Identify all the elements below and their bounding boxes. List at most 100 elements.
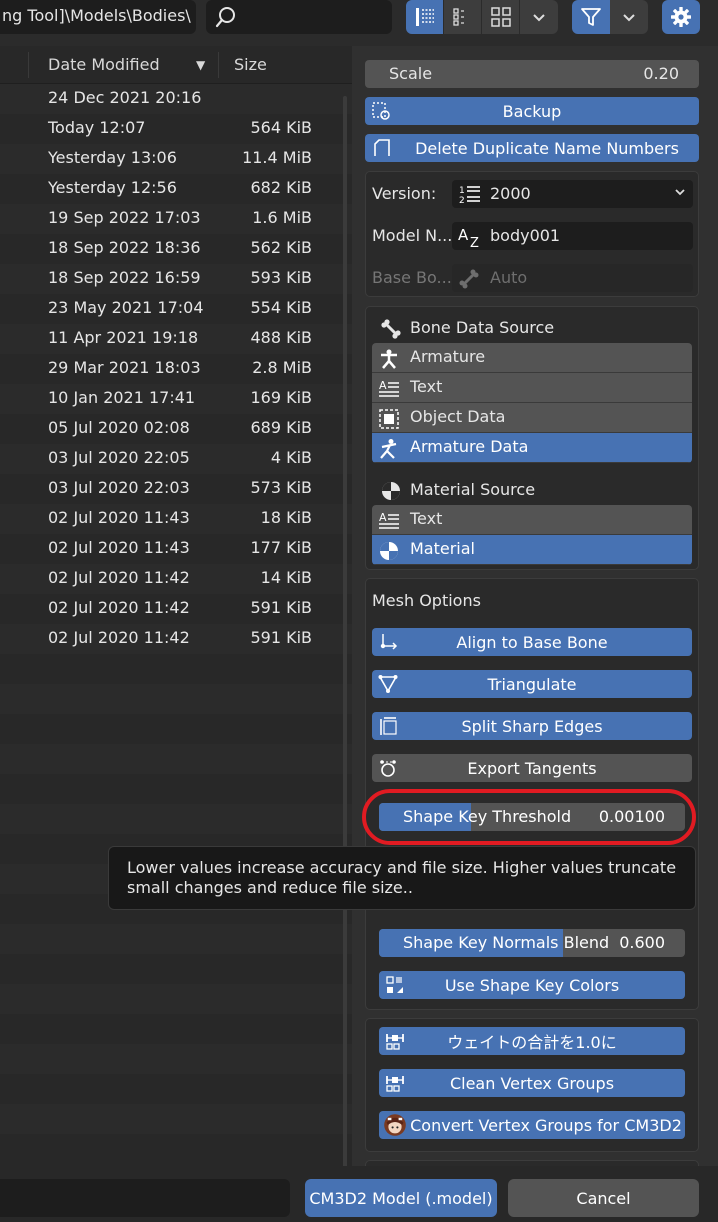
file-size: 689 KiB bbox=[250, 418, 312, 437]
confirm-export-button[interactable]: CM3D2 Model (.model) bbox=[305, 1179, 497, 1217]
use-shape-key-colors-toggle[interactable]: Use Shape Key Colors bbox=[379, 971, 685, 999]
shape-key-normals-blend-slider[interactable]: Shape Key Normals Blend 0.600 bbox=[379, 929, 685, 957]
version-select[interactable]: 1 2 2000 bbox=[452, 180, 693, 208]
settings-button[interactable] bbox=[662, 0, 700, 34]
bone-data-source-label: Bone Data Source bbox=[410, 318, 555, 337]
svg-text:1: 1 bbox=[459, 186, 465, 196]
filter-icon bbox=[581, 8, 601, 26]
column-divider[interactable] bbox=[218, 52, 219, 78]
model-name-input[interactable]: A Z body001 bbox=[452, 222, 693, 250]
file-date-modified: Yesterday 12:56 bbox=[48, 178, 177, 197]
file-row[interactable]: 11 Apr 2021 19:18 488 KiB bbox=[0, 324, 352, 354]
file-row[interactable]: Today 12:07 564 KiB bbox=[0, 114, 352, 144]
material-sphere-icon bbox=[380, 542, 398, 560]
material-source-options: A Text Material bbox=[372, 505, 692, 565]
empty-row bbox=[0, 804, 352, 834]
bone-source-armature-label: Armature bbox=[410, 347, 486, 366]
use-shape-key-colors-label: Use Shape Key Colors bbox=[444, 975, 620, 995]
file-date-modified: 02 Jul 2020 11:42 bbox=[48, 568, 190, 587]
convert-vertex-groups-button[interactable]: Convert Vertex Groups for CM3D2 bbox=[379, 1111, 685, 1139]
triangulate-button[interactable]: Triangulate bbox=[372, 670, 692, 698]
empty-row bbox=[0, 1014, 352, 1044]
filename-input[interactable] bbox=[0, 1179, 290, 1217]
search-icon bbox=[215, 7, 235, 28]
clean-vertex-groups-label: Clean Vertex Groups bbox=[449, 1073, 615, 1093]
search-input[interactable] bbox=[206, 0, 392, 34]
display-settings-dropdown[interactable] bbox=[520, 0, 558, 34]
empty-row bbox=[0, 954, 352, 984]
file-row[interactable]: 05 Jul 2020 02:08 689 KiB bbox=[0, 414, 352, 444]
scale-label: Scale bbox=[389, 64, 433, 83]
chevron-down-icon bbox=[623, 14, 635, 22]
cancel-button[interactable]: Cancel bbox=[508, 1179, 699, 1217]
bone-source-object-data[interactable]: Object Data bbox=[372, 403, 692, 433]
file-size: 2.8 MiB bbox=[252, 358, 312, 377]
empty-row bbox=[0, 1044, 352, 1074]
split-sharp-edges-button[interactable]: Split Sharp Edges bbox=[372, 712, 692, 740]
vertex-color-icon bbox=[386, 976, 403, 993]
file-row[interactable]: 19 Sep 2022 17:03 1.6 MiB bbox=[0, 204, 352, 234]
file-size: 593 KiB bbox=[250, 268, 312, 287]
scale-field[interactable]: Scale 0.20 bbox=[365, 60, 699, 88]
material-source-text[interactable]: A Text bbox=[372, 505, 692, 535]
version-value: 2000 bbox=[490, 184, 531, 203]
svg-text:A: A bbox=[379, 379, 387, 392]
split-edges-icon bbox=[380, 717, 397, 735]
bone-source-text[interactable]: A Text bbox=[372, 373, 692, 403]
file-row[interactable]: 24 Dec 2021 20:16 bbox=[0, 84, 352, 114]
file-size: 682 KiB bbox=[250, 178, 312, 197]
vertical-list-view-button[interactable] bbox=[406, 0, 444, 34]
file-row[interactable]: 18 Sep 2022 16:59 593 KiB bbox=[0, 264, 352, 294]
clean-vertex-groups-button[interactable]: Clean Vertex Groups bbox=[379, 1069, 685, 1097]
file-row[interactable]: Yesterday 12:56 682 KiB bbox=[0, 174, 352, 204]
delete-duplicate-name-numbers-button[interactable]: Delete Duplicate Name Numbers bbox=[365, 134, 699, 162]
file-row[interactable]: 02 Jul 2020 11:42 591 KiB bbox=[0, 594, 352, 624]
grid-view-icon bbox=[490, 7, 511, 27]
horizontal-list-view-button[interactable] bbox=[444, 0, 482, 34]
file-size: 11.4 MiB bbox=[242, 148, 312, 167]
date-modified-column-header[interactable]: Date Modified bbox=[48, 55, 160, 74]
export-options-panel: Scale 0.20 Backup Delete Duplicate Name … bbox=[352, 46, 718, 1166]
bone-source-armature-data[interactable]: Armature Data bbox=[372, 433, 692, 463]
column-divider[interactable] bbox=[28, 52, 29, 78]
text-az-icon: A Z bbox=[458, 226, 479, 248]
delete-duplicate-name-numbers-label: Delete Duplicate Name Numbers bbox=[415, 138, 679, 158]
file-list-scrollbar[interactable] bbox=[343, 96, 347, 1166]
size-column-header[interactable]: Size bbox=[234, 55, 267, 74]
convert-vertex-groups-label: Convert Vertex Groups for CM3D2 bbox=[410, 1115, 682, 1135]
file-row[interactable]: 03 Jul 2020 22:05 4 KiB bbox=[0, 444, 352, 474]
bone-source-armature[interactable]: Armature bbox=[372, 343, 692, 373]
empty-row bbox=[0, 1074, 352, 1104]
file-row[interactable]: 02 Jul 2020 11:43 18 KiB bbox=[0, 504, 352, 534]
file-date-modified: 02 Jul 2020 11:42 bbox=[48, 628, 190, 647]
file-row[interactable]: 23 May 2021 17:04 554 KiB bbox=[0, 294, 352, 324]
file-row[interactable]: Yesterday 13:06 11.4 MiB bbox=[0, 144, 352, 174]
directory-path-field[interactable]: ng Tool]\Models\Bodies\ bbox=[0, 0, 196, 34]
file-row[interactable]: 18 Sep 2022 18:36 562 KiB bbox=[0, 234, 352, 264]
file-date-modified: 02 Jul 2020 11:43 bbox=[48, 538, 190, 557]
mesh-options-title: Mesh Options bbox=[372, 591, 481, 610]
file-row[interactable]: 02 Jul 2020 11:42 14 KiB bbox=[0, 564, 352, 594]
backup-button[interactable]: Backup bbox=[365, 97, 699, 125]
file-row[interactable]: 10 Jan 2021 17:41 169 KiB bbox=[0, 384, 352, 414]
file-size: 14 KiB bbox=[260, 568, 312, 587]
file-row[interactable]: 29 Mar 2021 18:03 2.8 MiB bbox=[0, 354, 352, 384]
align-to-base-bone-button[interactable]: Align to Base Bone bbox=[372, 628, 692, 656]
thumbnail-view-button[interactable] bbox=[482, 0, 520, 34]
align-axis-icon bbox=[380, 634, 398, 650]
normalize-weights-button[interactable]: ウェイトの合計を1.0に bbox=[379, 1027, 685, 1055]
filter-dropdown-button[interactable] bbox=[610, 0, 648, 34]
file-row[interactable]: 03 Jul 2020 22:03 573 KiB bbox=[0, 474, 352, 504]
tooltip: Lower values increase accuracy and file … bbox=[108, 846, 696, 910]
export-tangents-toggle[interactable]: Export Tangents bbox=[372, 754, 692, 782]
split-sharp-edges-label: Split Sharp Edges bbox=[461, 716, 603, 736]
material-source-material-label: Material bbox=[410, 539, 475, 558]
file-row[interactable]: 02 Jul 2020 11:42 591 KiB bbox=[0, 624, 352, 654]
bone-source-armature-data-label: Armature Data bbox=[410, 437, 529, 456]
file-size: 1.6 MiB bbox=[252, 208, 312, 227]
filter-toggle-button[interactable] bbox=[572, 0, 610, 34]
material-source-material[interactable]: Material bbox=[372, 535, 692, 565]
file-size: 591 KiB bbox=[250, 598, 312, 617]
file-row[interactable]: 02 Jul 2020 11:43 177 KiB bbox=[0, 534, 352, 564]
align-to-base-bone-label: Align to Base Bone bbox=[456, 632, 608, 652]
